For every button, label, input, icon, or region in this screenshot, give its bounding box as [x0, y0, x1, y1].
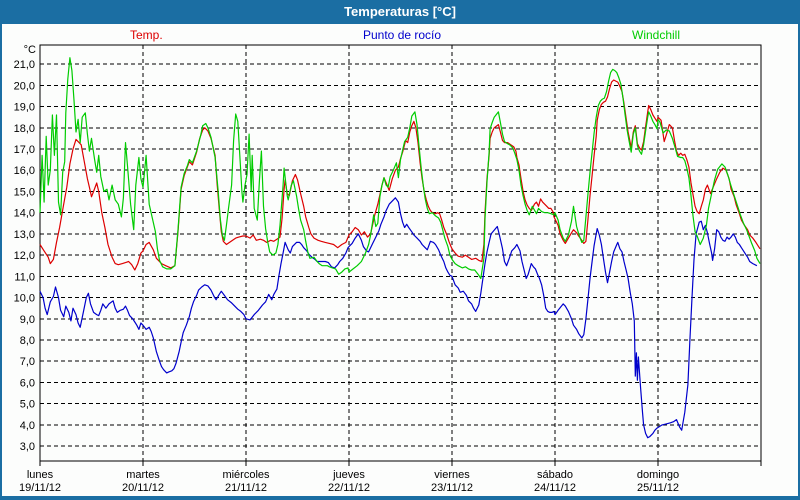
- y-tick-label: 5,0: [20, 399, 35, 411]
- y-tick-label: 17,0: [14, 144, 35, 156]
- chart-plot-area: 21,0 20,0 19,0 18,0 17,0 16,0 15,0 14,0 13,0 12,0…: [0, 0, 800, 500]
- y-tick-label: 10,0: [14, 293, 35, 305]
- y-tick-label: 16,0: [14, 165, 35, 177]
- x-date-label: 21/11/12: [225, 482, 267, 494]
- x-day-label: lunes: [27, 469, 54, 481]
- weather-chart-window: Temperaturas [°C] Temp. Punto de rocío W…: [0, 0, 800, 500]
- plot-border: [40, 45, 761, 461]
- x-date-label: 19/11/12: [19, 482, 61, 494]
- y-tick-label: 13,0: [14, 229, 35, 241]
- x-date-label: 24/11/12: [534, 482, 576, 494]
- y-tick-label: 19,0: [14, 102, 35, 114]
- y-tick-label: 7,0: [20, 356, 35, 368]
- y-tick-label: 14,0: [14, 208, 35, 220]
- x-day-label: sábado: [537, 469, 573, 481]
- x-day-label: domingo: [637, 469, 679, 481]
- y-tick-label: 3,0: [20, 441, 35, 453]
- x-date-label: 23/11/12: [431, 482, 473, 494]
- y-tick-label: 6,0: [20, 378, 35, 390]
- y-tick-label: 11,0: [14, 271, 35, 283]
- x-day-label: martes: [126, 469, 160, 481]
- series-line-temp: [40, 80, 760, 270]
- x-date-label: 22/11/12: [328, 482, 370, 494]
- y-tick-label: 18,0: [14, 123, 35, 135]
- y-tick-label: 4,0: [20, 420, 35, 432]
- y-tick-label: 21,0: [14, 59, 35, 71]
- y-tick-label: 9,0: [20, 314, 35, 326]
- series-line-windchill: [40, 58, 760, 279]
- y-tick-label: 8,0: [20, 335, 35, 347]
- x-day-label: jueves: [332, 469, 365, 481]
- x-day-label: viernes: [434, 469, 470, 481]
- x-date-label: 25/11/12: [637, 482, 679, 494]
- y-tick-label: 20,0: [14, 80, 35, 92]
- y-tick-label: 15,0: [14, 186, 35, 198]
- x-day-label: miércoles: [222, 469, 270, 481]
- x-date-label: 20/11/12: [122, 482, 164, 494]
- y-tick-label: 12,0: [14, 250, 35, 262]
